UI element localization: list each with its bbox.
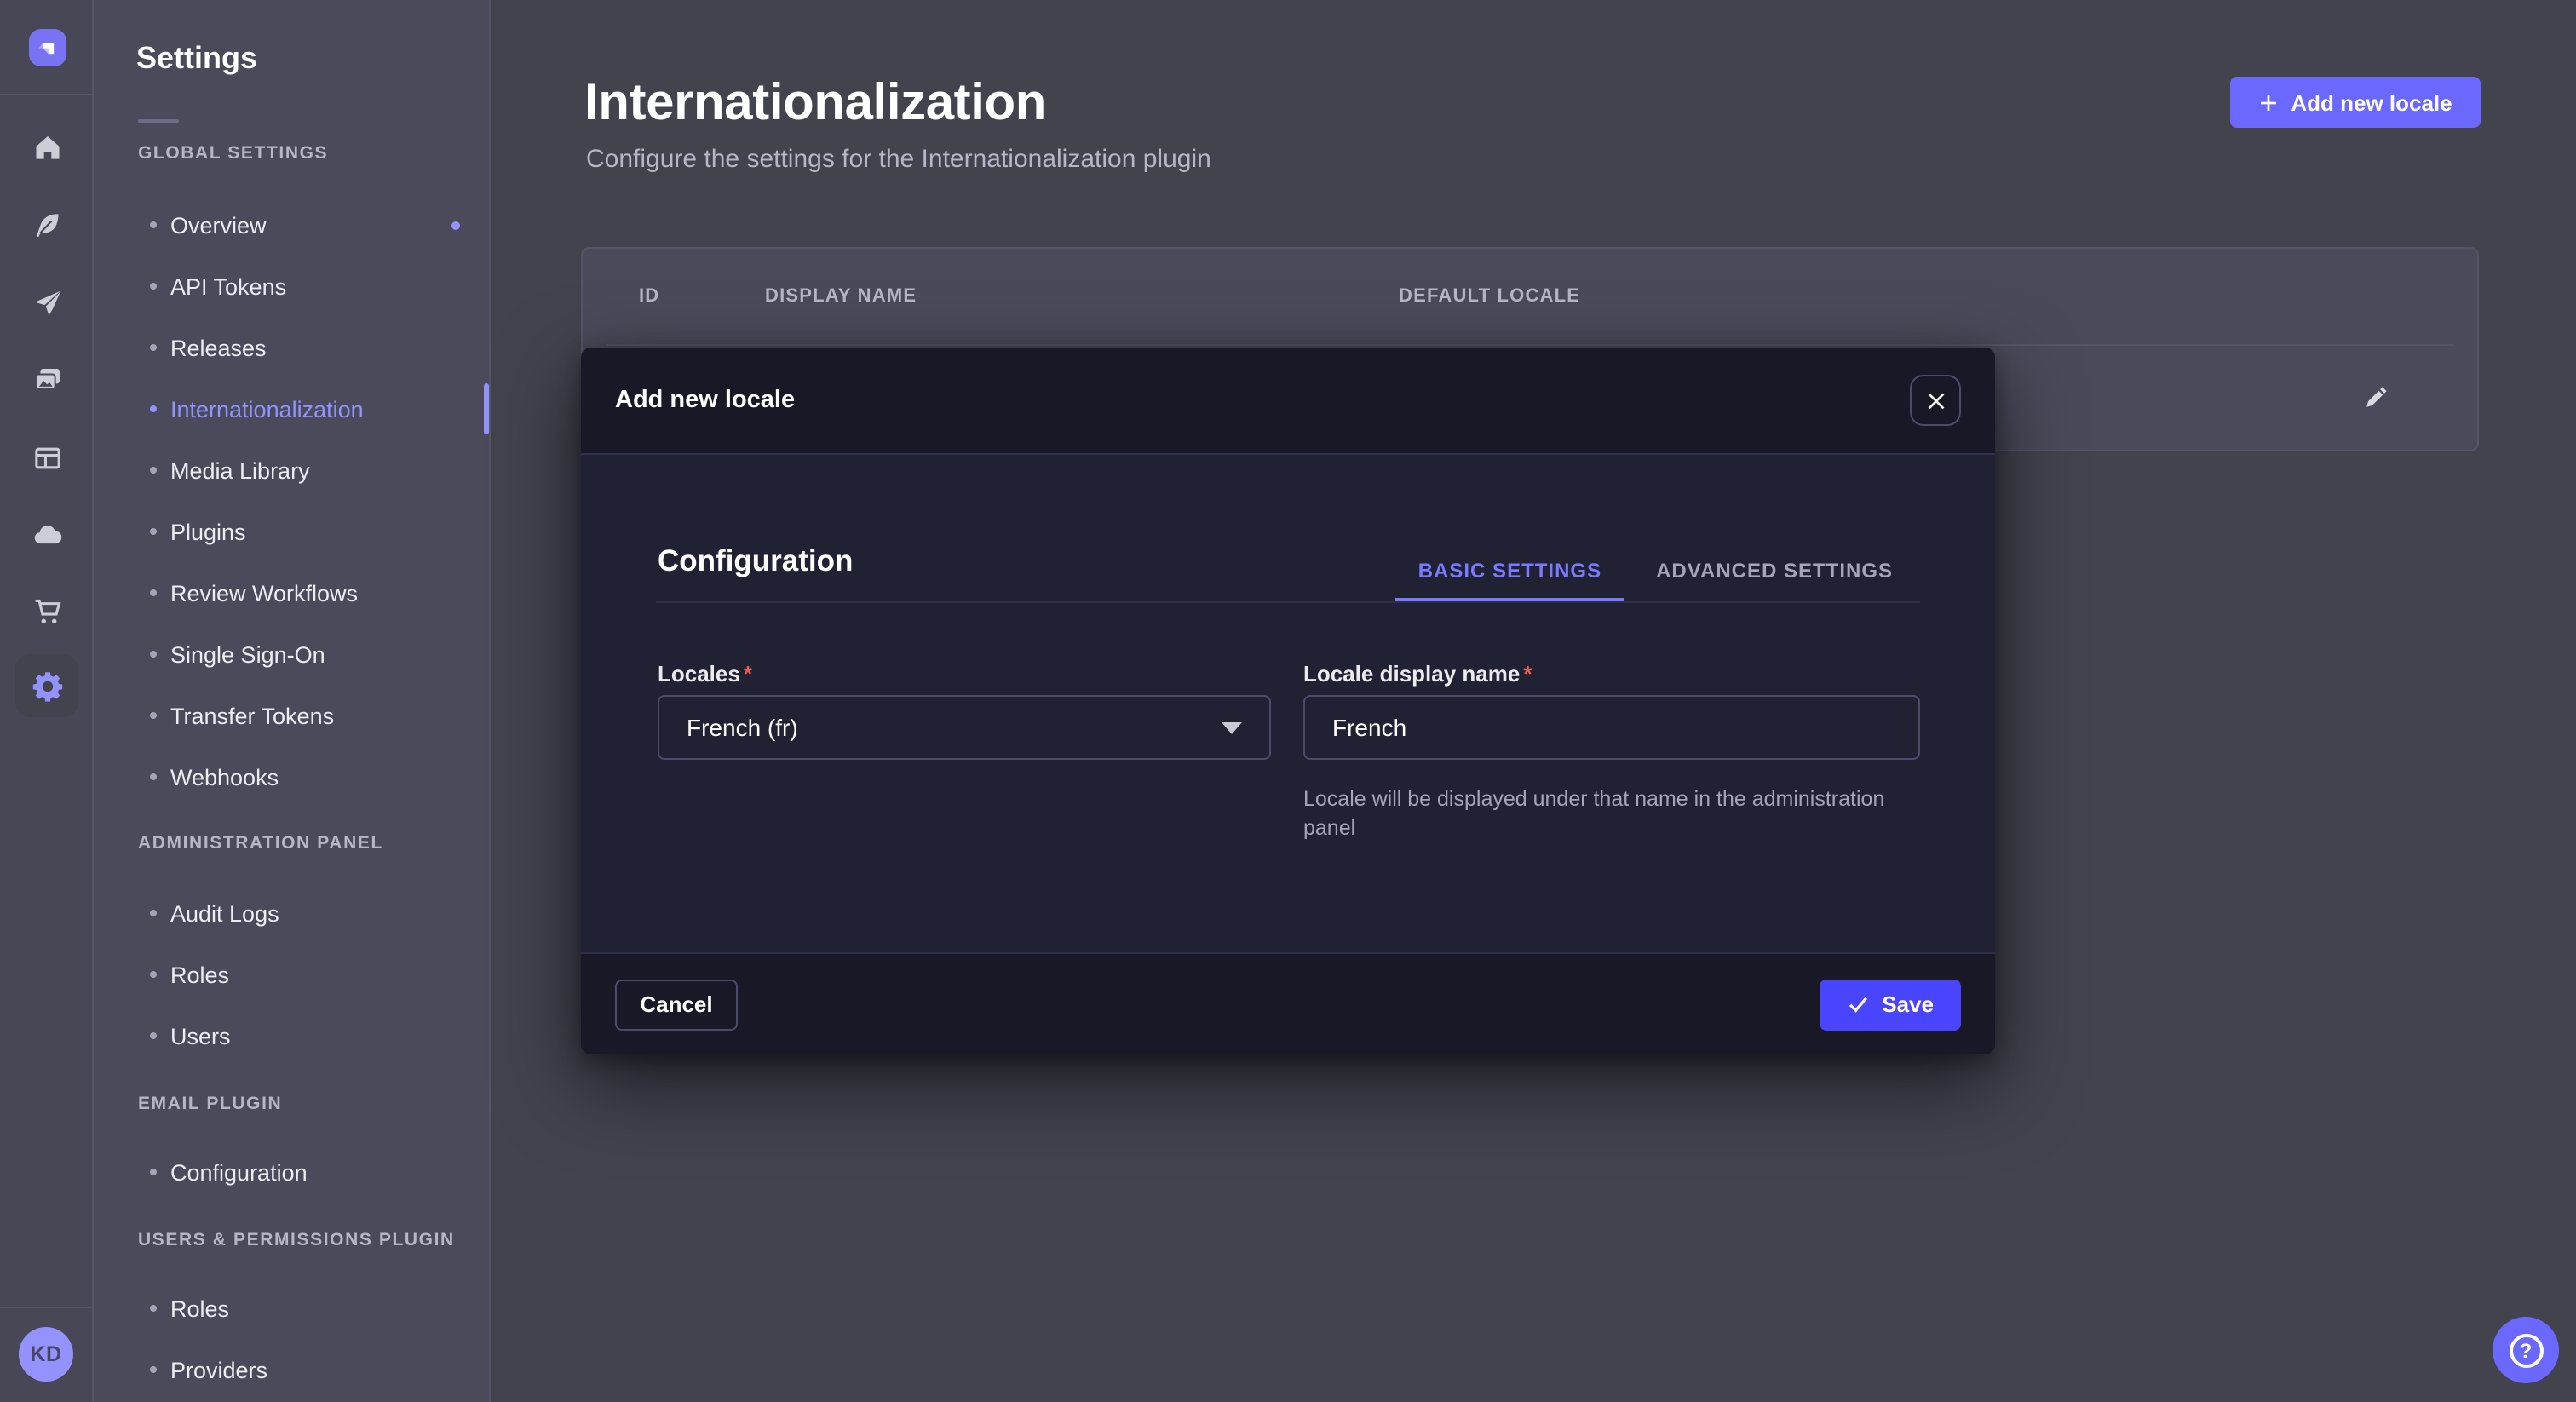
tab-basic-settings[interactable]: BASIC SETTINGS	[1396, 542, 1624, 603]
locales-select-value: French (fr)	[687, 714, 798, 741]
modal-header: Add new locale	[581, 348, 1995, 455]
tab-advanced-settings[interactable]: ADVANCED SETTINGS	[1634, 542, 1915, 603]
required-asterisk: *	[1523, 661, 1532, 687]
locales-select[interactable]: French (fr)	[658, 695, 1271, 760]
configuration-heading: Configuration	[658, 543, 853, 579]
close-button[interactable]	[1910, 375, 1961, 426]
display-name-hint: Locale will be displayed under that name…	[1303, 785, 1927, 843]
app-window: KD Settings GLOBAL SETTINGS Overview API…	[0, 0, 2576, 1402]
locale-display-name-field	[1303, 695, 1920, 760]
settings-tabs: BASIC SETTINGS ADVANCED SETTINGS	[1391, 542, 1920, 603]
check-icon	[1846, 993, 1868, 1015]
locale-display-name-input[interactable]	[1332, 714, 1891, 741]
tabs-divider	[656, 601, 1920, 603]
modal-footer: Cancel Save	[581, 952, 1995, 1054]
save-button-label: Save	[1882, 991, 1934, 1017]
close-icon	[1926, 391, 1945, 410]
modal-body: Configuration BASIC SETTINGS ADVANCED SE…	[581, 455, 1995, 952]
required-asterisk: *	[744, 661, 752, 687]
cancel-button[interactable]: Cancel	[615, 979, 738, 1030]
locales-label: Locales*	[658, 661, 1271, 687]
modal-title: Add new locale	[615, 387, 795, 414]
save-button[interactable]: Save	[1819, 979, 1961, 1030]
chevron-down-icon	[1222, 721, 1242, 733]
add-locale-modal: Add new locale Configuration BASIC SETTI…	[581, 348, 1995, 1054]
locale-display-name-label: Locale display name*	[1303, 661, 1920, 687]
